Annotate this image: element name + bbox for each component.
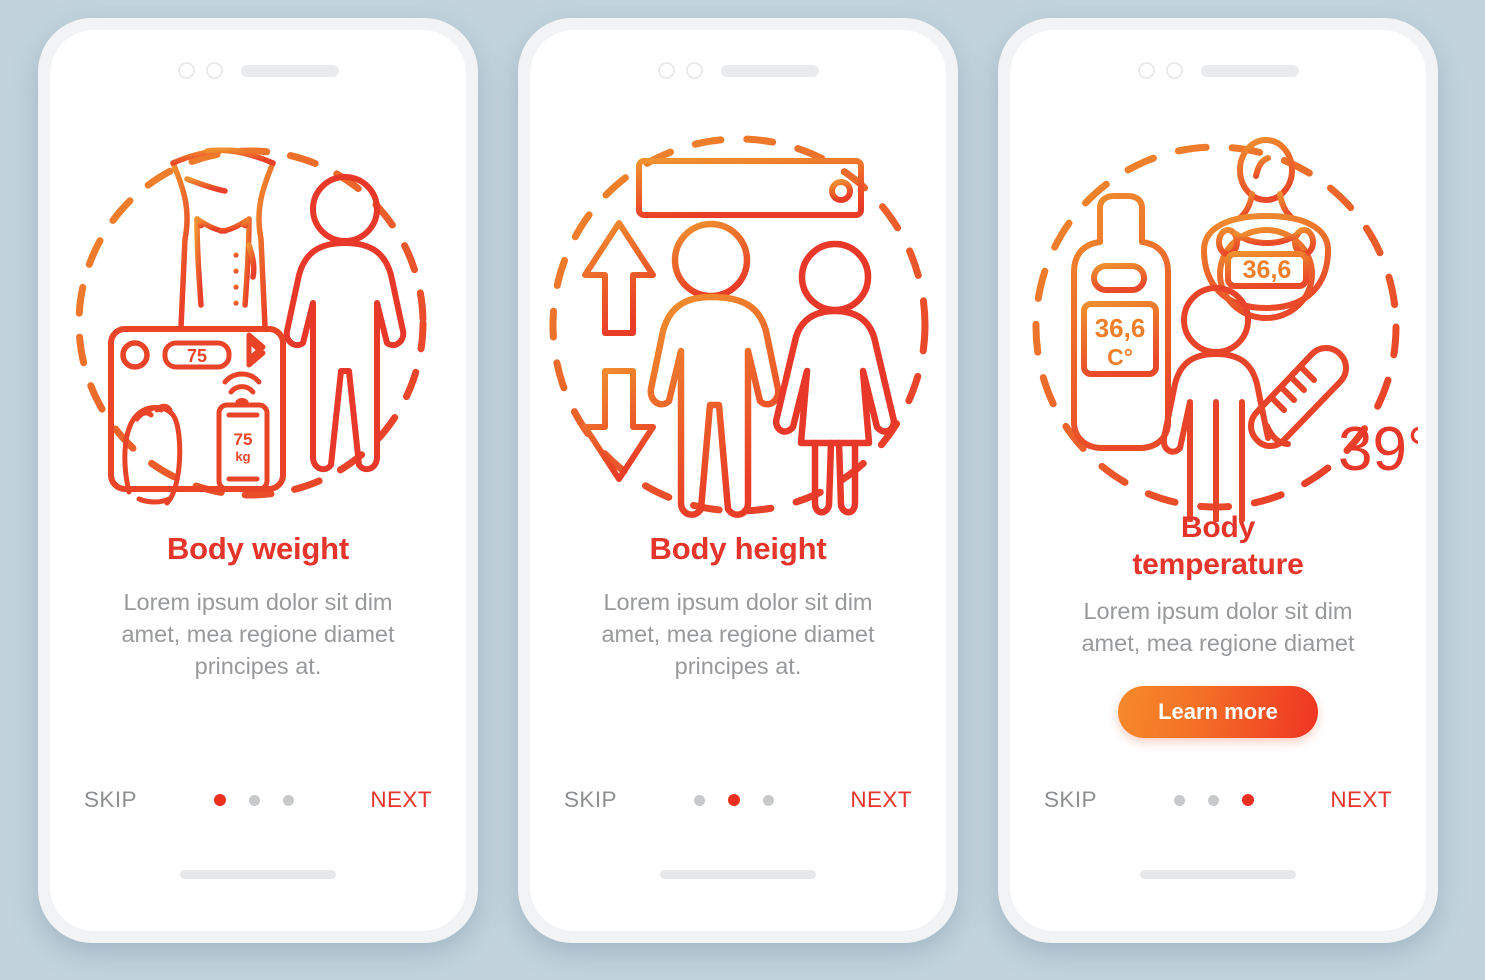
- phone-status-notch: [530, 62, 946, 79]
- pagination-dot-1[interactable]: [1173, 794, 1185, 806]
- pagination-dots: [693, 794, 774, 806]
- sensor-icon: [1165, 62, 1183, 79]
- phone-status-notch: [50, 62, 466, 79]
- page-title: Body height: [649, 531, 827, 566]
- page-subtitle: Lorem ipsum dolor sit dim amet, mea regi…: [121, 588, 395, 680]
- next-button[interactable]: NEXT: [370, 787, 432, 813]
- home-indicator: [180, 870, 336, 879]
- page-subtitle: Lorem ipsum dolor sit dim amet, mea regi…: [601, 588, 875, 680]
- female-figure: [772, 240, 898, 515]
- scale-power-button: [120, 340, 150, 370]
- page-subtitle: Lorem ipsum dolor sit dim amet, mea regi…: [1081, 598, 1355, 657]
- male-figure: [647, 220, 782, 518]
- sensor-icon: [685, 62, 703, 79]
- phone-mockup-body-height: Body height Lorem ipsum dolor sit dim am…: [518, 18, 958, 943]
- pagination-dot-3[interactable]: [1241, 794, 1254, 806]
- digital-thermometer-value: 36,6: [1095, 313, 1146, 343]
- home-indicator: [1140, 870, 1296, 879]
- screen-body-temperature: 36,6 C° 36,6 39 Body temperature Lorem i…: [1010, 30, 1426, 931]
- home-indicator: [660, 870, 816, 879]
- skip-button[interactable]: SKIP: [84, 787, 137, 813]
- phone-mockup-body-weight: 75 75 kg Body weight Lorem ipsum dolor s…: [38, 18, 478, 943]
- footer-nav-body-weight: SKIP NEXT: [84, 787, 432, 813]
- skip-button[interactable]: SKIP: [564, 787, 617, 813]
- next-button[interactable]: NEXT: [850, 787, 912, 813]
- pagination-dot-2[interactable]: [1207, 794, 1219, 806]
- camera-icon: [657, 62, 675, 79]
- page-title: Body temperature: [1038, 510, 1398, 583]
- bluetooth-icon: [246, 332, 266, 368]
- scale-display-value: 75: [187, 346, 207, 366]
- screen-body-weight: 75 75 kg Body weight Lorem ipsum dolor s…: [50, 30, 466, 931]
- content-body-temperature: Body temperature Lorem ipsum dolor sit d…: [1010, 510, 1426, 738]
- body-temperature-illustration: 36,6 C° 36,6 39: [1010, 122, 1426, 522]
- human-torso-outline: [170, 146, 276, 335]
- arrow-up-icon: [582, 219, 656, 336]
- skip-button[interactable]: SKIP: [1044, 787, 1097, 813]
- page-title-line-2: temperature: [1132, 547, 1304, 581]
- pagination-dots: [213, 794, 294, 806]
- footer-nav-body-height: SKIP NEXT: [564, 787, 912, 813]
- speaker-grill: [720, 64, 819, 77]
- phone-status-notch: [1010, 62, 1426, 79]
- content-body-weight: Body weight Lorem ipsum dolor sit dim am…: [50, 530, 466, 682]
- ruler: [636, 157, 864, 218]
- speaker-grill: [1200, 64, 1299, 77]
- next-button[interactable]: NEXT: [1330, 787, 1392, 813]
- footer-nav-body-temperature: SKIP NEXT: [1044, 787, 1392, 813]
- pagination-dot-1[interactable]: [213, 794, 226, 806]
- camera-icon: [177, 62, 195, 79]
- digital-thermometer-unit: C°: [1107, 344, 1133, 370]
- pagination-dot-2[interactable]: [248, 794, 260, 806]
- phone-weight-unit: kg: [235, 449, 250, 464]
- pacifier-thermometer-value: 36,6: [1243, 256, 1292, 284]
- onboarding-screens-stage: 75 75 kg Body weight Lorem ipsum dolor s…: [0, 0, 1485, 980]
- sensor-icon: [205, 62, 223, 79]
- fever-temperature-value: 39°: [1338, 415, 1418, 484]
- content-body-height: Body height Lorem ipsum dolor sit dim am…: [530, 530, 946, 682]
- body-height-illustration: [530, 122, 946, 522]
- learn-more-button[interactable]: Learn more: [1118, 685, 1318, 738]
- pagination-dot-3[interactable]: [282, 794, 294, 806]
- pagination-dot-2[interactable]: [727, 794, 740, 806]
- phone-mockup-body-temperature: 36,6 C° 36,6 39 Body temperature Lorem i…: [998, 18, 1438, 943]
- page-title-line-1: Body: [1180, 511, 1256, 544]
- screen-body-height: Body height Lorem ipsum dolor sit dim am…: [530, 30, 946, 931]
- phone-weight-value: 75: [234, 430, 253, 449]
- pagination-dot-3[interactable]: [762, 794, 774, 806]
- speaker-grill: [240, 64, 339, 77]
- pagination-dot-1[interactable]: [693, 794, 705, 806]
- person-silhouette: [1160, 285, 1271, 522]
- body-weight-illustration: 75 75 kg: [50, 122, 466, 522]
- pagination-dots: [1173, 794, 1254, 806]
- wifi-signal-icon: [222, 371, 262, 405]
- cta-container: Learn more: [1038, 685, 1398, 738]
- page-title: Body weight: [166, 531, 350, 566]
- camera-icon: [1137, 62, 1155, 79]
